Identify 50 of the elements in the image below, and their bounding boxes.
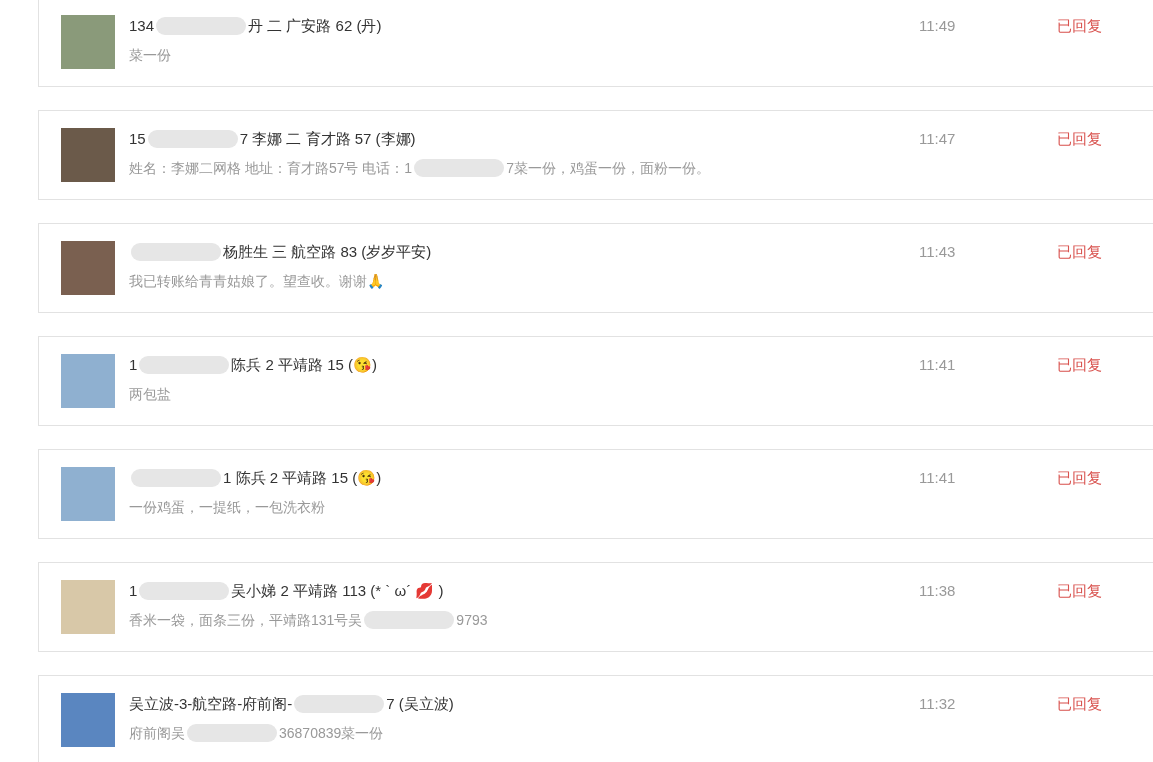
reply-status: 已回复 <box>1057 16 1102 36</box>
message-text: 两包盐 <box>129 384 171 404</box>
message-text: 菜一份 <box>129 45 171 65</box>
message-text: 香米一袋，面条三份，平靖路131号吴 <box>129 610 363 630</box>
avatar-photo-placeholder <box>61 241 115 295</box>
message-card[interactable]: 杨胜生 三 航空路 83 (岁岁平安) 我已转账给青青姑娘了。望查收。谢谢🙏 11:43 已回复 <box>38 223 1153 313</box>
reply-status: 已回复 <box>1057 694 1102 714</box>
sender-title: 7 李娜 二 育才路 57 (李娜) <box>239 129 416 149</box>
sender-title: 1 <box>129 355 138 375</box>
message-text: 9793 <box>456 610 488 630</box>
avatar-photo-placeholder <box>61 580 115 634</box>
message-text: 7菜一份，鸡蛋一份，面粉一份。 <box>506 158 710 178</box>
reply-status: 已回复 <box>1057 581 1102 601</box>
reply-status: 已回复 <box>1057 355 1102 375</box>
message-card[interactable]: 1 陈兵 2 平靖路 15 (😘) 两包盐 11:41 已回复 <box>38 336 1153 426</box>
message-text: 我已转账给青青姑娘了。望查收。谢谢🙏 <box>129 271 384 291</box>
message-time: 11:49 <box>919 16 957 36</box>
message-card[interactable]: 吴立波-3-航空路-府前阁- 7 (吴立波) 府前阁吴 36870839菜一份 11:32 已回复 <box>38 675 1153 762</box>
message-time: 11:41 <box>919 355 957 375</box>
message-text: 姓名：李娜二网格 地址：育才路57号 电话：1 <box>129 158 413 178</box>
message-text: 府前阁吴 <box>129 723 185 743</box>
message-text: 36870839菜一份 <box>279 723 384 743</box>
avatar-photo-placeholder <box>61 693 115 747</box>
message-card[interactable]: 1 陈兵 2 平靖路 15 (😘) 一份鸡蛋，一提纸，一包洗衣粉 11:41 已回复 <box>38 449 1153 539</box>
reply-status: 已回复 <box>1057 242 1102 262</box>
message-card[interactable]: 1 吴小娣 2 平靖路 113 (* ` ω´ 💋 ) 香米一袋，面条三份，平靖路131号吴 9793 11:38 已回复 <box>38 562 1153 652</box>
avatar-photo-placeholder <box>61 128 115 182</box>
sender-title: 吴立波-3-航空路-府前阁- <box>129 694 293 714</box>
message-card[interactable]: 134 丹 二 广安路 62 (丹) 菜一份 11:49 已回复 <box>38 0 1153 87</box>
sender-title: 杨胜生 三 航空路 83 (岁岁平安) <box>223 242 432 262</box>
avatar-photo-placeholder <box>61 15 115 69</box>
message-text: 一份鸡蛋，一提纸，一包洗衣粉 <box>129 497 325 517</box>
avatar-photo-placeholder <box>61 467 115 521</box>
sender-title: 134 <box>129 16 155 36</box>
message-time: 11:47 <box>919 129 957 149</box>
message-card[interactable]: 15 7 李娜 二 育才路 57 (李娜) 姓名：李娜二网格 地址：育才路57号 电话：1 7菜一份，鸡蛋一份，面粉一份。 11:47 已回复 <box>38 110 1153 200</box>
sender-title: 1 陈兵 2 平靖路 15 (😘) <box>223 468 382 488</box>
message-time: 11:43 <box>919 242 957 262</box>
message-time: 11:41 <box>919 468 957 488</box>
reply-status: 已回复 <box>1057 129 1102 149</box>
sender-title: 1 <box>129 581 138 601</box>
sender-title: 7 (吴立波) <box>386 694 454 714</box>
avatar-photo-placeholder <box>61 354 115 408</box>
reply-status: 已回复 <box>1057 468 1102 488</box>
message-time: 11:38 <box>919 581 957 601</box>
sender-title: 陈兵 2 平靖路 15 (😘) <box>231 355 378 375</box>
sender-title: 丹 二 广安路 62 (丹) <box>248 16 382 36</box>
sender-title: 吴小娣 2 平靖路 113 (* ` ω´ 💋 ) <box>231 581 444 601</box>
sender-title: 15 <box>129 129 146 149</box>
message-time: 11:32 <box>919 694 957 714</box>
